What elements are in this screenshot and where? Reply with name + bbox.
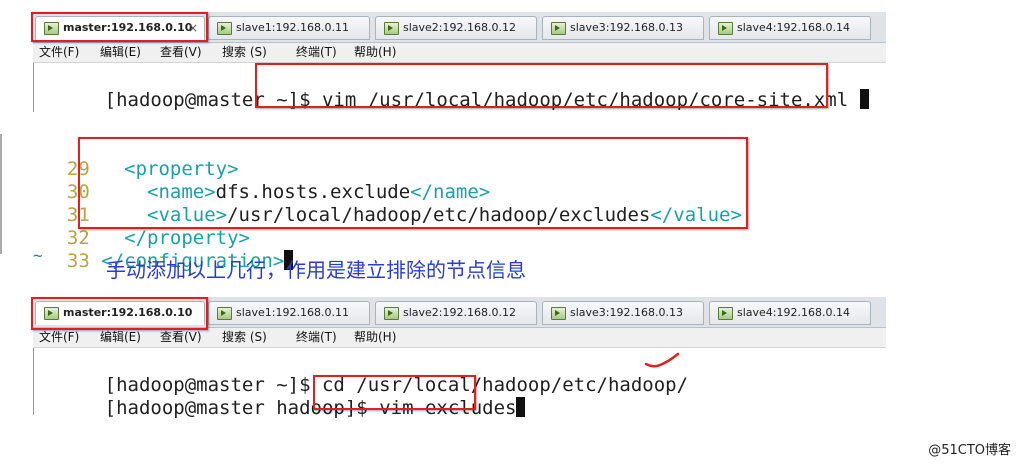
tab-slave3[interactable]: slave3:192.168.0.13 xyxy=(542,16,704,40)
terminal-icon xyxy=(384,22,399,35)
tab-slave4[interactable]: slave4:192.168.0.14 xyxy=(709,16,871,40)
menu-terminal[interactable]: 终端(T) xyxy=(296,43,337,62)
menu-search[interactable]: 搜索 (S) xyxy=(222,328,267,347)
terminal-icon xyxy=(217,22,232,35)
terminal-icon xyxy=(551,22,566,35)
tab-label: slave3:192.168.0.13 xyxy=(570,306,683,319)
terminal-icon xyxy=(718,22,733,35)
tab-label: slave2:192.168.0.12 xyxy=(403,306,516,319)
highlight-tab-box xyxy=(31,297,208,330)
text-cursor xyxy=(516,397,526,417)
tab-label: slave1:192.168.0.11 xyxy=(236,306,349,319)
terminal-icon xyxy=(551,307,566,320)
menu-edit[interactable]: 编辑(E) xyxy=(100,328,141,347)
text-cursor xyxy=(859,89,869,109)
editor-left-border xyxy=(0,134,2,254)
menu-help[interactable]: 帮助(H) xyxy=(354,43,396,62)
menu-view[interactable]: 查看(V) xyxy=(160,43,202,62)
tab-label: slave4:192.168.0.14 xyxy=(737,21,850,34)
menu-help[interactable]: 帮助(H) xyxy=(354,328,396,347)
tab-slave1[interactable]: slave1:192.168.0.11 xyxy=(208,16,370,40)
watermark: @51CTO博客 xyxy=(928,443,1011,458)
menu-terminal[interactable]: 终端(T) xyxy=(296,328,337,347)
highlight-command-box xyxy=(313,375,476,410)
menu-bar: 文件(F) 编辑(E) 查看(V) 搜索 (S) 终端(T) 帮助(H) xyxy=(33,328,886,348)
menu-search[interactable]: 搜索 (S) xyxy=(222,43,267,62)
menu-file[interactable]: 文件(F) xyxy=(39,328,79,347)
tab-label: slave4:192.168.0.14 xyxy=(737,306,850,319)
tab-label: slave3:192.168.0.13 xyxy=(570,21,683,34)
terminal-icon xyxy=(384,307,399,320)
terminal-icon xyxy=(217,307,232,320)
highlight-command-box xyxy=(255,63,828,108)
tab-slave4[interactable]: slave4:192.168.0.14 xyxy=(709,301,871,325)
tab-slave1[interactable]: slave1:192.168.0.11 xyxy=(208,301,370,325)
menu-edit[interactable]: 编辑(E) xyxy=(100,43,141,62)
editor-line-33: 33 </configuration> xyxy=(44,227,294,272)
tab-slave3[interactable]: slave3:192.168.0.13 xyxy=(542,301,704,325)
terminal-icon xyxy=(718,307,733,320)
menu-view[interactable]: 查看(V) xyxy=(160,328,202,347)
tab-label: slave1:192.168.0.11 xyxy=(236,21,349,34)
menu-bar: 文件(F) 编辑(E) 查看(V) 搜索 (S) 终端(T) 帮助(H) xyxy=(33,43,886,63)
empty-line-tilde: ~ xyxy=(33,246,43,265)
tab-slave2[interactable]: slave2:192.168.0.12 xyxy=(375,301,537,325)
terminal-line: [hadoop@master ~]$ cd /usr/local/hadoop/… xyxy=(36,352,688,396)
tab-slave2[interactable]: slave2:192.168.0.12 xyxy=(375,16,537,40)
checkmark-annotation xyxy=(644,352,680,368)
highlight-tab-box xyxy=(31,12,208,42)
annotation-text: 手动添加以上几行，作用是建立排除的节点信息 xyxy=(106,258,526,282)
tab-label: slave2:192.168.0.12 xyxy=(403,21,516,34)
menu-file[interactable]: 文件(F) xyxy=(39,43,79,62)
highlight-property-box xyxy=(78,137,748,229)
